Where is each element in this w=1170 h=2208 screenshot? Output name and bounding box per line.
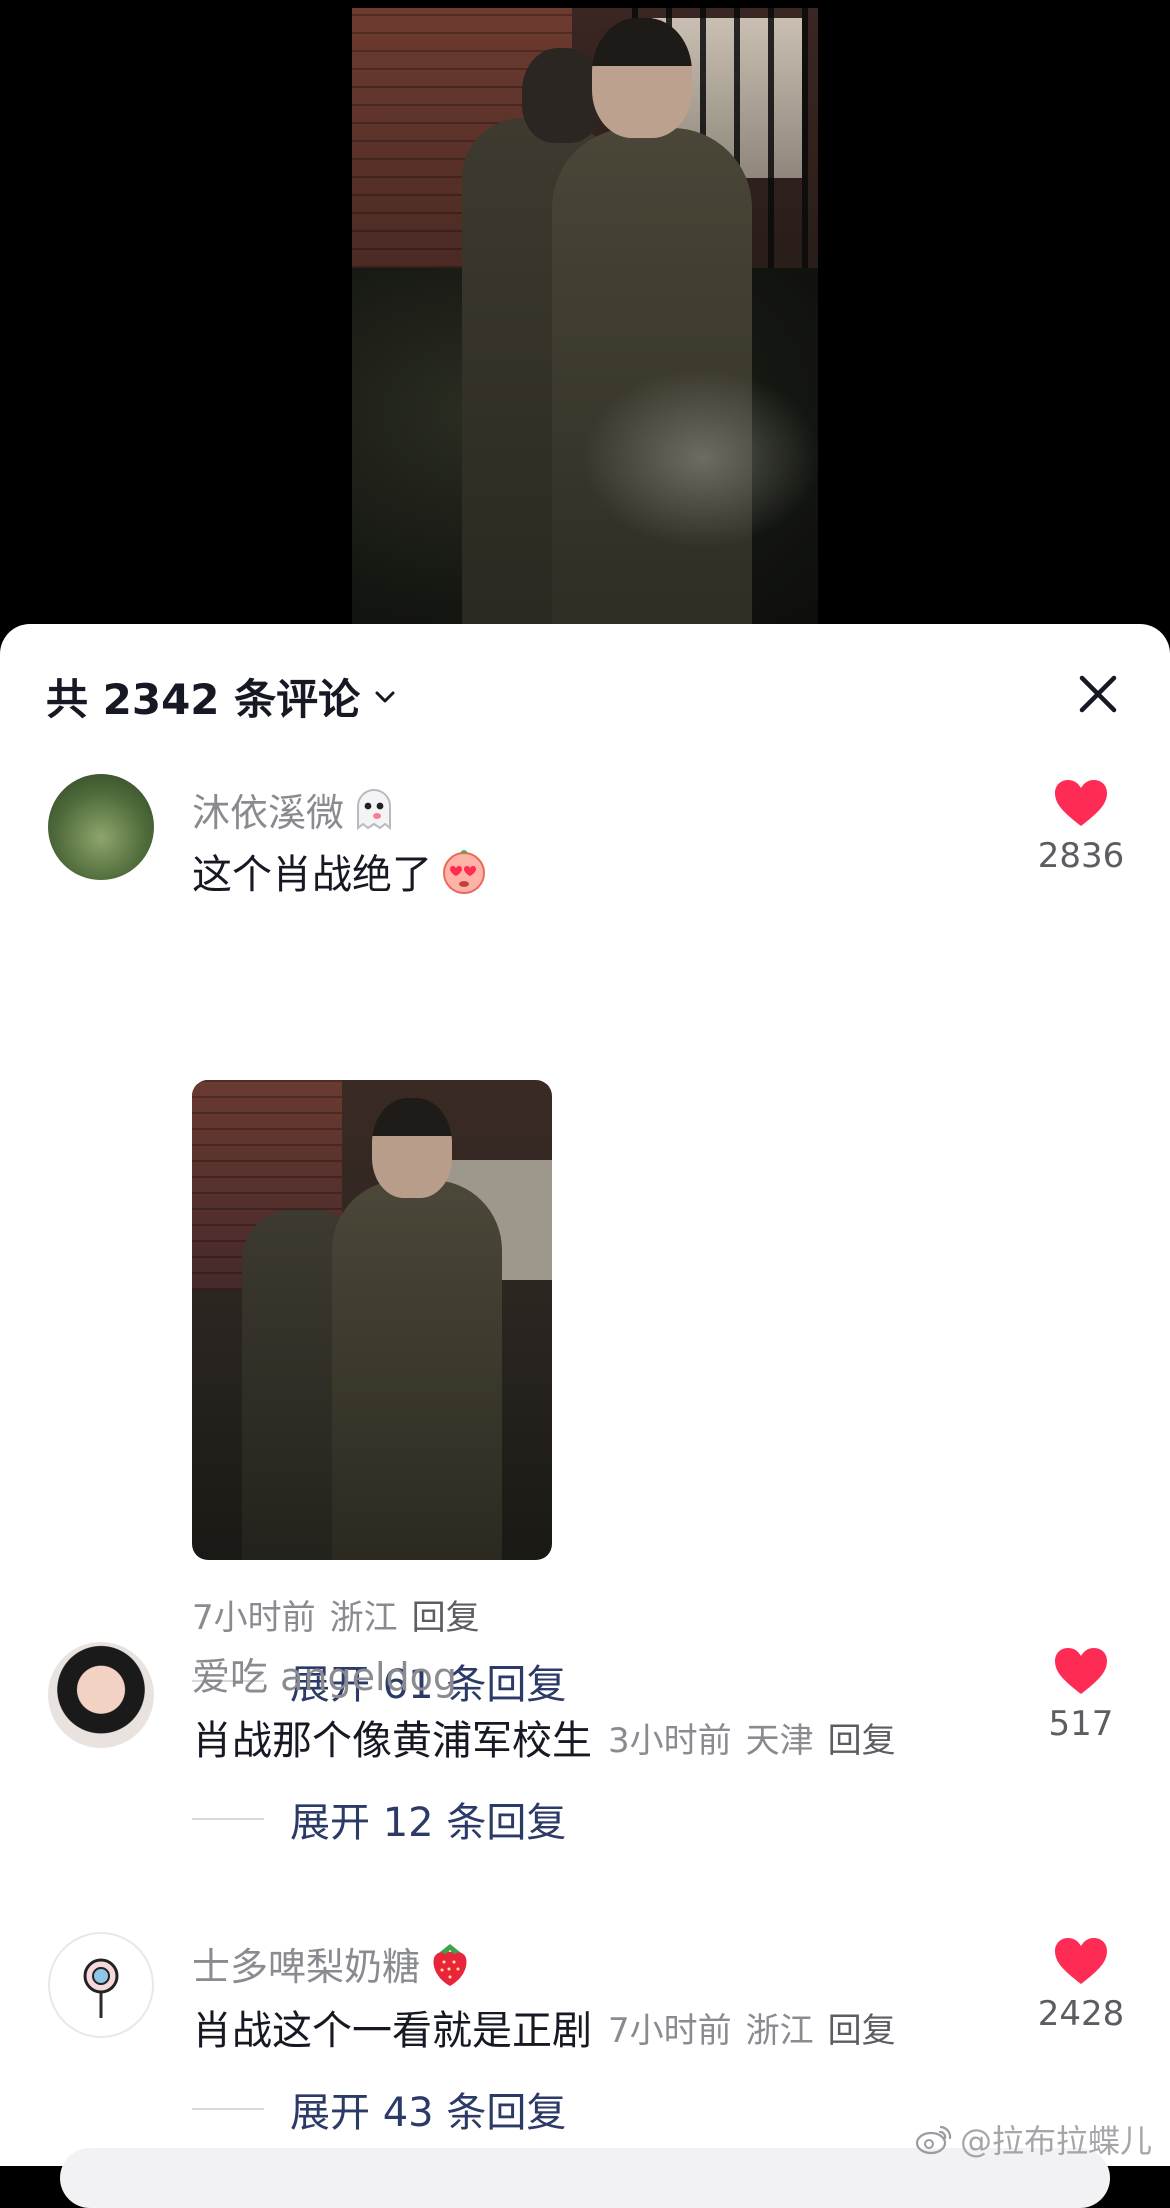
comment-time: 7小时前 [608, 2010, 732, 2051]
comment-image-head [372, 1098, 452, 1198]
expand-replies-label: 展开 12 条回复 [290, 1800, 567, 1846]
expand-replies-button[interactable]: 展开 43 条回复 [192, 2080, 566, 2138]
comment-username[interactable]: 士多啤梨奶糖 [192, 1936, 476, 1991]
video-frame [352, 8, 818, 624]
comment-count-label: 共 2342 条评论 [46, 675, 361, 724]
heart-icon[interactable] [1053, 1646, 1109, 1696]
heart-icon[interactable] [1053, 1936, 1109, 1986]
expand-replies-label: 展开 43 条回复 [290, 2090, 567, 2136]
comment-attached-image[interactable] [192, 1080, 552, 1560]
video-scene-haze [582, 368, 818, 548]
like-control: 2836 [1026, 778, 1136, 876]
avatar[interactable] [48, 1932, 154, 2038]
comment-time: 7小时前 [192, 1598, 316, 1638]
video-scene-head-back [522, 48, 602, 143]
comment-item: 沐依溪微 这个肖战绝了 7小时前 浙江 回复 2836 展开 61 条回复 [0, 774, 1170, 1708]
comment-meta: 7小时前 浙江 回复 [608, 2003, 910, 2052]
heart-icon[interactable] [1053, 778, 1109, 828]
comment-location: 浙江 [745, 2010, 814, 2051]
comment-username[interactable]: 沐依溪微 [192, 782, 400, 837]
like-control: 517 [1026, 1646, 1136, 1744]
like-control: 2428 [1026, 1936, 1136, 2034]
video-scene-head-front [592, 18, 692, 138]
comment-username[interactable]: 爱吃 angeldog [192, 1646, 457, 1701]
video-player[interactable] [0, 0, 1170, 640]
comment-meta: 3小时前 天津 回复 [608, 1713, 910, 1762]
like-count: 2836 [1037, 836, 1125, 876]
like-count: 517 [1048, 1704, 1114, 1744]
comment-text: 肖战那个像黄浦军校生 3小时前 天津 回复 [192, 1708, 910, 1766]
strawberry-emoji-icon [433, 1943, 467, 1986]
reply-button[interactable]: 回复 [828, 2011, 896, 2051]
ghost-emoji-icon [357, 788, 392, 830]
comments-header: 共 2342 条评论 [0, 624, 1170, 754]
expand-divider [192, 2108, 264, 2110]
comment-location: 天津 [745, 1720, 814, 1761]
comment-text: 肖战这个一看就是正剧 7小时前 浙江 回复 [192, 1998, 910, 2056]
avatar[interactable] [48, 774, 154, 880]
expand-divider [192, 1818, 264, 1820]
weibo-icon [915, 2125, 952, 2155]
expand-replies-button[interactable]: 展开 12 条回复 [192, 1790, 566, 1848]
comment-time: 3小时前 [608, 1720, 732, 1761]
comment-location: 浙江 [329, 1598, 398, 1638]
reply-button[interactable]: 回复 [412, 1598, 480, 1638]
watermark-text: @拉布拉蝶儿 [959, 2122, 1152, 2160]
heart-eyes-emoji-icon [443, 850, 485, 894]
comment-image-figure-front [332, 1180, 502, 1560]
comments-sheet: 共 2342 条评论 沐依溪微 这个肖战绝了 7小时前 浙江 回复 2836 展… [0, 624, 1170, 2166]
comment-count-dropdown[interactable]: 共 2342 条评论 [46, 666, 400, 727]
watermark: @拉布拉蝶儿 [914, 2116, 1152, 2162]
lollipop-avatar-icon [83, 1958, 119, 2018]
chevron-down-icon [375, 691, 395, 702]
avatar[interactable] [48, 1642, 154, 1748]
reply-button[interactable]: 回复 [828, 1721, 896, 1761]
comment-text: 这个肖战绝了 [192, 842, 490, 900]
comment-item: 爱吃 angeldog 肖战那个像黄浦军校生 3小时前 天津 回复 517 展开 1… [0, 1642, 1170, 1846]
comment-meta: 7小时前 浙江 回复 [192, 1590, 494, 1639]
close-icon[interactable] [1072, 668, 1124, 720]
like-count: 2428 [1037, 1994, 1125, 2034]
